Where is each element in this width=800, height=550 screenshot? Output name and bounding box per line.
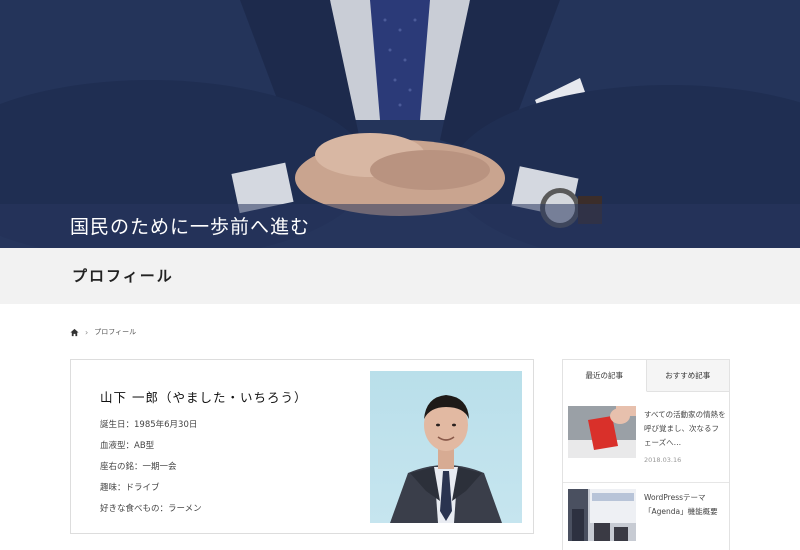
post-thumbnail[interactable] xyxy=(568,489,636,541)
profile-name: 山下 一郎（やました・いちろう） xyxy=(100,390,308,405)
chevron-right-icon: › xyxy=(85,327,89,337)
home-icon[interactable] xyxy=(70,328,79,337)
post-divider xyxy=(563,482,729,483)
hero-banner: 国民のために一歩前へ進む xyxy=(0,0,800,248)
profile-card: 山下 一郎（やました・いちろう） 誕生日：1985年6月30日 血液型：AB型 … xyxy=(70,359,534,534)
hero-tagline: 国民のために一歩前へ進む xyxy=(70,216,311,238)
post-item[interactable]: WordPressテーマ「Agenda」機能概要 xyxy=(568,489,726,550)
post-title[interactable]: WordPressテーマ「Agenda」機能概要 xyxy=(644,491,726,519)
post-title[interactable]: すべての活動家の情熱を呼び覚まし、次なるフェーズへ… xyxy=(644,408,726,450)
tab-recommended-posts[interactable]: おすすめ記事 xyxy=(646,360,729,392)
profile-favorite-food: 好きな食べもの：ラーメン xyxy=(100,504,202,514)
breadcrumb: › プロフィール xyxy=(70,325,136,339)
profile-motto: 座右の銘：一期一会 xyxy=(100,462,177,472)
post-thumbnail[interactable] xyxy=(568,406,636,458)
profile-hobby: 趣味：ドライブ xyxy=(100,483,160,493)
breadcrumb-current: プロフィール xyxy=(94,328,137,336)
widget-tabs: 最近の記事 おすすめ記事 xyxy=(563,360,729,392)
tab-recent-posts[interactable]: 最近の記事 xyxy=(563,360,647,392)
page-title: プロフィール xyxy=(72,267,174,285)
recent-posts-widget: 最近の記事 おすすめ記事 すべての活動家の情熱を呼び覚まし、次なるフェーズへ… … xyxy=(562,359,730,550)
post-item[interactable]: すべての活動家の情熱を呼び覚まし、次なるフェーズへ… 2018.03.16 xyxy=(568,406,726,476)
profile-photo xyxy=(370,371,522,523)
profile-blood-type: 血液型：AB型 xyxy=(100,441,155,451)
profile-birthday: 誕生日：1985年6月30日 xyxy=(100,420,198,430)
post-date: 2018.03.16 xyxy=(644,456,682,464)
